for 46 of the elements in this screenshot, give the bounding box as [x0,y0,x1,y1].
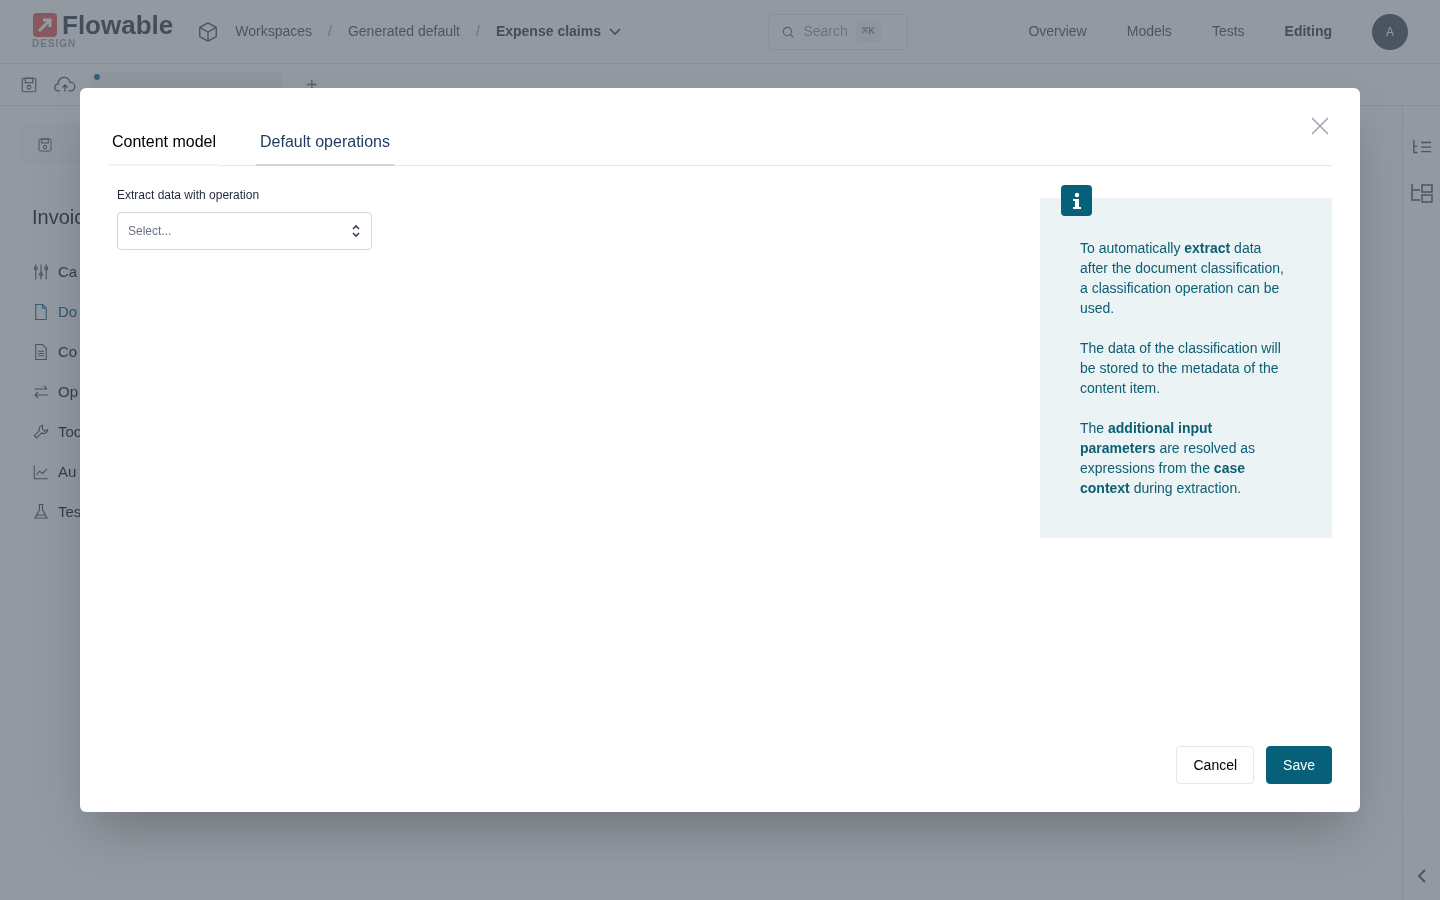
folder-tree-icon[interactable] [1409,182,1434,204]
arrows-icon [32,383,50,401]
cloud-upload-icon[interactable] [54,75,76,94]
breadcrumb-dropdown[interactable]: Expense claims [495,21,621,42]
nav-link[interactable]: Overview [1028,21,1087,42]
save-icon[interactable] [20,75,38,94]
sidebar-item[interactable]: Ca [32,262,400,282]
breadcrumb-separator: / [476,22,480,41]
nav-link[interactable]: Tests [1211,21,1245,42]
sidebar-item[interactable]: Tes [32,502,400,522]
save-button[interactable]: Save [1266,746,1332,784]
chevron-left-icon[interactable] [1415,868,1428,884]
sidebar-item[interactable]: Au [32,462,400,482]
nav-link[interactable]: Editing [1284,21,1332,42]
sidebar-item[interactable]: Do [32,302,400,322]
save-icon[interactable] [37,137,53,153]
close-icon [1310,116,1330,136]
operation-select[interactable]: Select... [117,212,372,250]
breadcrumb-separator: / [328,22,332,41]
cube-icon [197,20,220,43]
up-down-icon [351,223,361,239]
chart-icon [32,463,50,481]
user-avatar[interactable]: A [1372,13,1408,50]
dialog-tab[interactable]: Content model [108,130,221,166]
info-paragraph: The additional input parameters are resolved as expressions from the case context during extraction. [1080,419,1257,498]
logo-icon [32,12,58,38]
wrench-icon [32,423,50,441]
sidebar-item[interactable]: Op [32,382,400,402]
logo-text: Flowable [62,12,174,38]
search-icon [781,24,796,39]
close-button[interactable] [1310,116,1330,136]
document-icon [32,343,50,361]
breadcrumb-link[interactable]: Workspaces [235,21,313,42]
file-icon [32,303,50,321]
breadcrumb-link[interactable]: Generated default [347,21,460,42]
sliders-icon [32,263,50,281]
nav-link[interactable]: Models [1126,21,1172,42]
info-paragraph: To automatically extract data after the document classification, a classification operation can be used. [1080,239,1285,318]
dialog-tab[interactable]: Default operations [256,130,394,166]
info-icon [1061,185,1092,216]
flask-icon [32,503,50,521]
info-paragraph: The data of the classification will be stored to the metadata of the content item. [1080,339,1282,398]
chevron-down-icon [608,27,621,36]
cancel-button[interactable]: Cancel [1176,746,1255,784]
sidebar-item[interactable]: Co [32,342,400,362]
field-label: Extract data with operation [117,187,261,204]
